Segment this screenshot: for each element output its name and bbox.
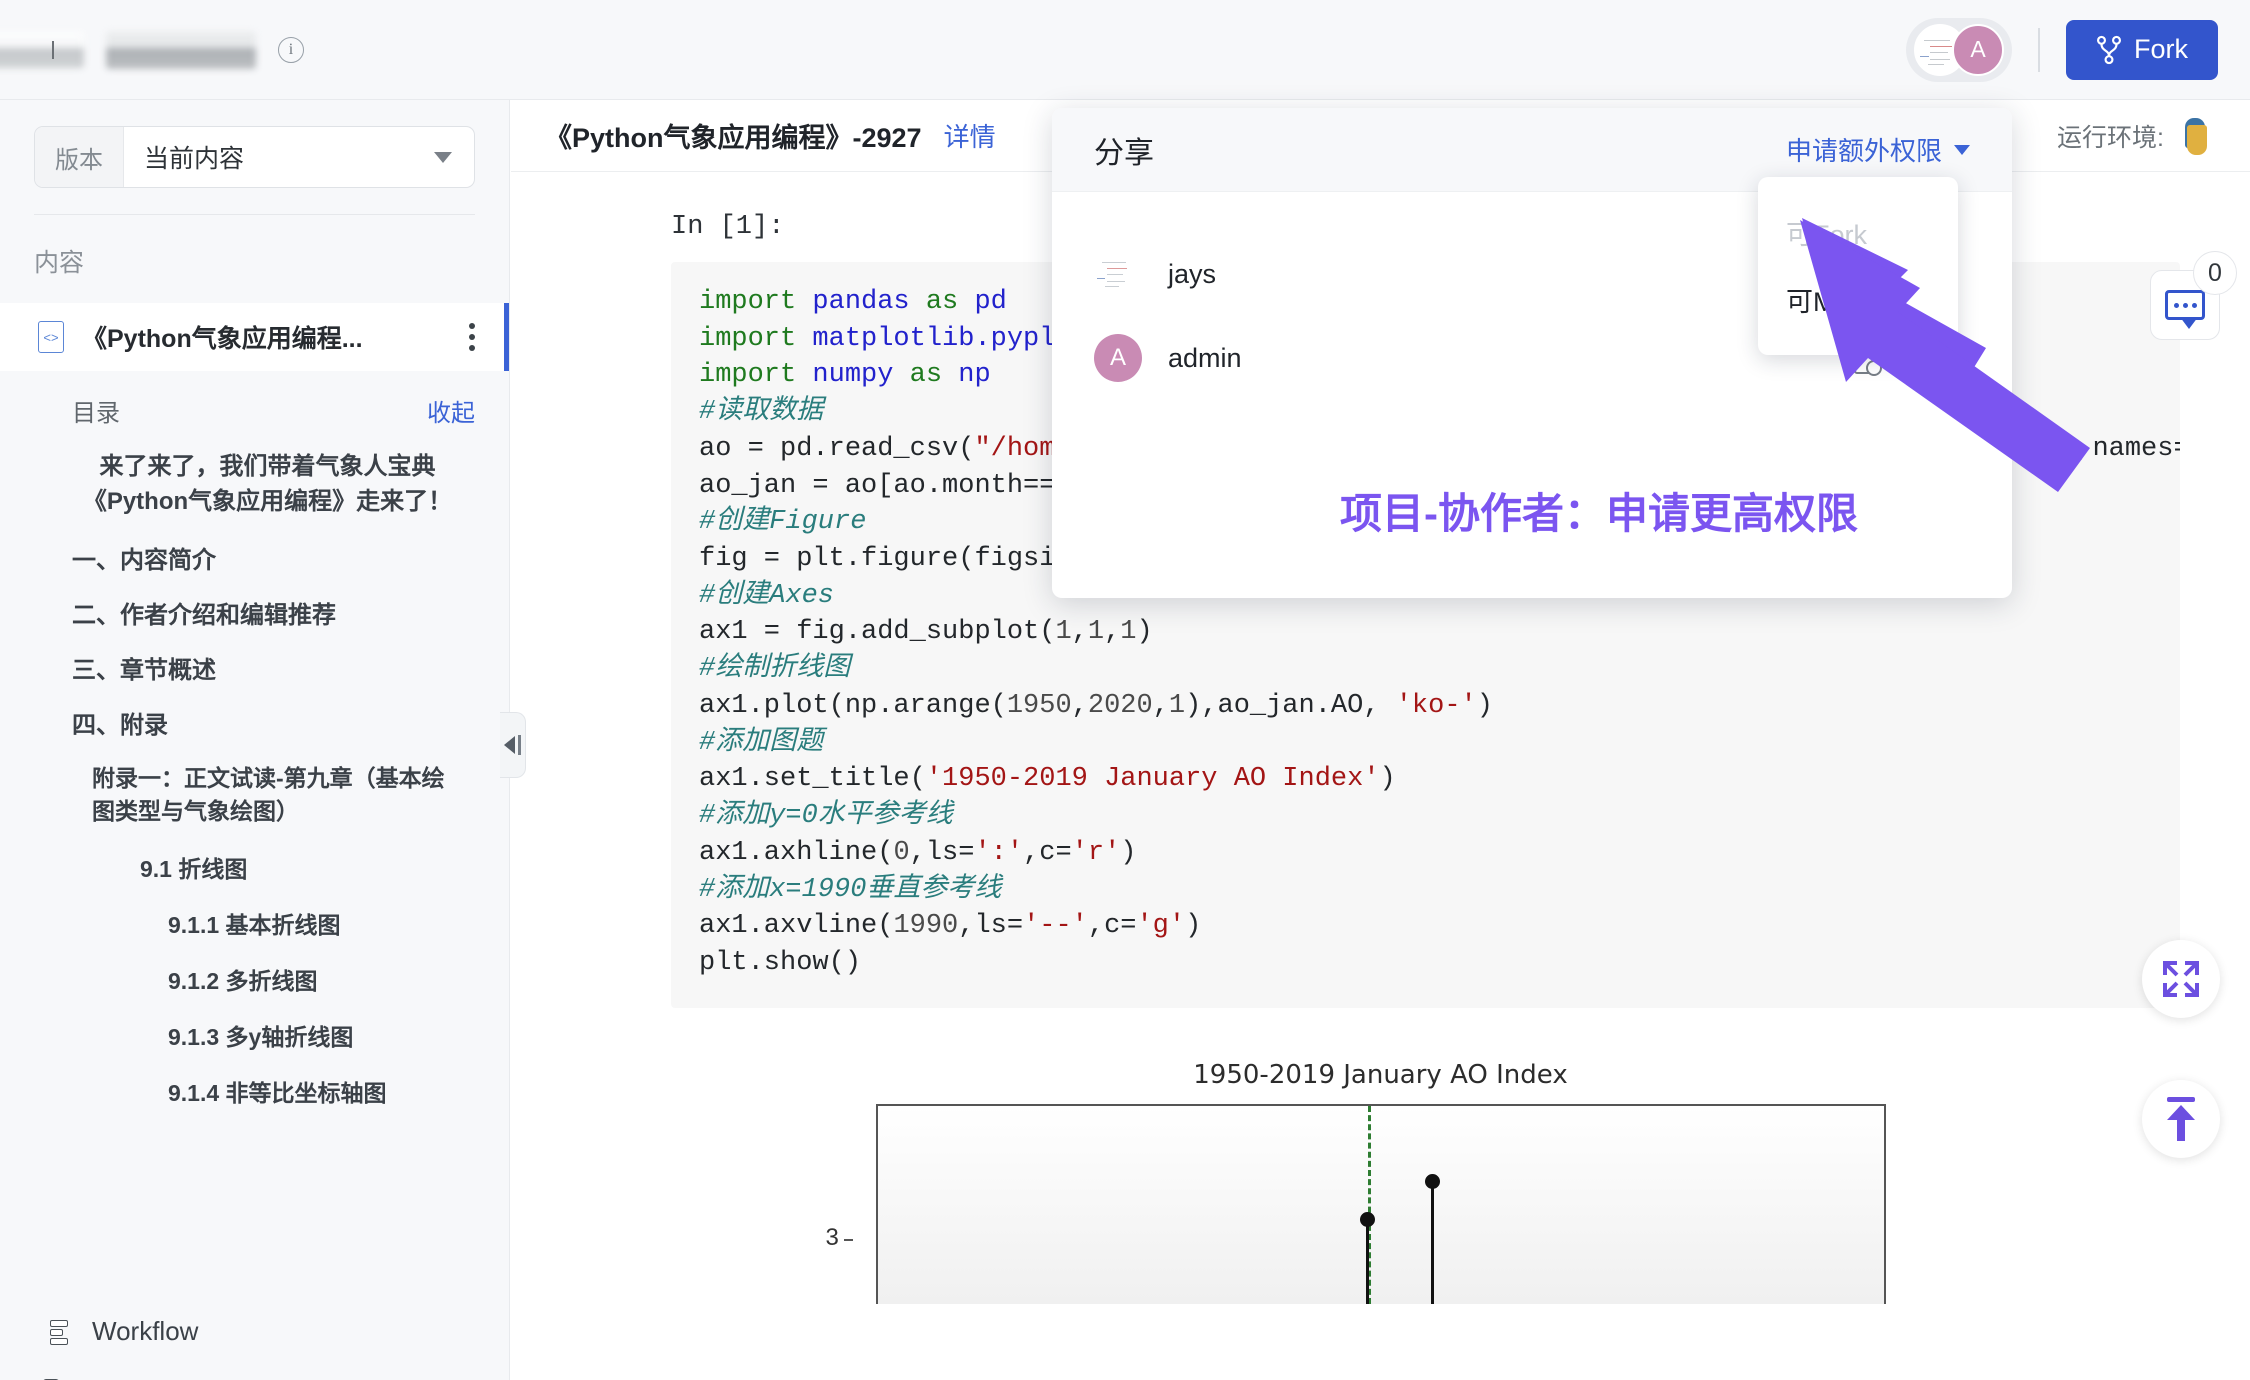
top-bar-divider xyxy=(2038,28,2040,72)
code-line: #添加y=0水平参考线 xyxy=(699,798,2152,835)
notebook-detail-link[interactable]: 详情 xyxy=(944,117,996,154)
code-line: ax1.axhline(0,ls=':',c='r') xyxy=(699,835,2152,872)
chart-plot-area: 3 xyxy=(876,1104,1886,1304)
code-line: #绘制折线图 xyxy=(699,651,2152,688)
sidebar-collapse-handle[interactable] xyxy=(500,712,526,778)
annotation-text: 项目-协作者：申请更高权限 xyxy=(1340,480,1858,541)
toc-header-row: 目录 收起 xyxy=(0,371,509,428)
toc-item-4[interactable]: 四、附录 xyxy=(0,685,509,740)
version-row: 版本 当前内容 xyxy=(0,100,509,188)
code-line: ax1.set_title('1950-2019 January AO Inde… xyxy=(699,761,2152,798)
chart-data-point xyxy=(1431,1186,1434,1304)
chevron-down-icon[interactable] xyxy=(434,152,452,163)
toc-item-9-1-2[interactable]: 9.1.2 多折线图 xyxy=(0,940,509,996)
fork-button[interactable]: Fork xyxy=(2066,20,2218,80)
code-line: plt.show() xyxy=(699,945,2152,982)
chevron-down-icon xyxy=(1954,145,1970,155)
workflow-label: Workflow xyxy=(92,1316,198,1347)
avatar-group[interactable]: A xyxy=(1906,18,2012,82)
chart-data-point xyxy=(1366,1224,1369,1304)
sidebar-item-workflow[interactable]: Workflow xyxy=(0,1300,509,1363)
active-indicator xyxy=(504,303,509,371)
code-line: #添加x=1990垂直参考线 xyxy=(699,872,2152,909)
version-value: 当前内容 xyxy=(124,139,434,175)
app-root: i A xyxy=(0,0,2250,1380)
toc-item-9-1-3[interactable]: 9.1.3 多y轴折线图 xyxy=(0,996,509,1052)
code-file-icon: <> xyxy=(38,321,64,353)
fork-icon xyxy=(2096,35,2122,65)
top-bar-right: A Fork xyxy=(1906,18,2250,82)
code-line: ax1.axvline(1990,ls='--',c='g') xyxy=(699,908,2152,945)
notebook-title: 《Python气象应用编程》-2927 xyxy=(545,116,922,155)
code-line: #添加图题 xyxy=(699,725,2152,762)
annotation-arrow-icon xyxy=(1790,200,2170,500)
brand-zone: i xyxy=(0,31,304,69)
top-bar: i A xyxy=(0,0,2250,100)
toc-item-2[interactable]: 二、作者介绍和编辑推荐 xyxy=(0,575,509,630)
chart-title: 1950-2019 January AO Index xyxy=(876,1060,1886,1090)
chevron-left-icon xyxy=(504,736,515,754)
toc-item-appendix-1[interactable]: 附录一：正文试读-第九章（基本绘图类型与气象绘图） xyxy=(0,740,509,829)
chart-ytick-3: 3 xyxy=(826,1224,839,1252)
toc-intro-text[interactable]: 来了来了，我们带着气象人宝典《Python气象应用编程》走来了！ xyxy=(0,428,509,520)
member-name: jays xyxy=(1168,259,1216,290)
toc-item-9-1-1[interactable]: 9.1.1 基本折线图 xyxy=(0,884,509,940)
code-line: ax1.plot(np.arange(1950,2020,1),ao_jan.A… xyxy=(699,688,2152,725)
toc-item-3[interactable]: 三、章节概述 xyxy=(0,630,509,685)
sidebar: 版本 当前内容 内容 <> 《Python气象应用编程... 目录 收起 来了来… xyxy=(0,100,510,1380)
redacted-project-name xyxy=(106,31,256,69)
sidebar-bottom-nav: Workflow 文件 xyxy=(0,1300,509,1380)
version-label: 版本 xyxy=(35,127,124,187)
comment-count-badge: 0 xyxy=(2193,251,2237,295)
jays-avatar-small xyxy=(1094,250,1142,298)
redacted-workspace-name xyxy=(0,32,84,68)
expand-button[interactable] xyxy=(2142,940,2220,1018)
code-line: ax1 = fig.add_subplot(1,1,1) xyxy=(699,614,2152,651)
member-name: admin xyxy=(1168,343,1242,374)
sidebar-item-files[interactable]: 文件 xyxy=(0,1363,509,1380)
toc-item-9-1-4[interactable]: 9.1.4 非等比坐标轴图 xyxy=(0,1052,509,1108)
toc-item-9-1[interactable]: 9.1 折线图 xyxy=(0,828,509,884)
request-permission-label: 申请额外权限 xyxy=(1786,131,1942,168)
handle-bar xyxy=(518,735,521,755)
admin-avatar-small: A xyxy=(1094,334,1142,382)
runtime-env-label: 运行环境: xyxy=(2057,118,2164,154)
document-more-menu[interactable] xyxy=(469,323,475,351)
runtime-env[interactable]: 运行环境: xyxy=(2057,116,2216,156)
sidebar-item-document[interactable]: <> 《Python气象应用编程... xyxy=(0,303,509,371)
toc-item-1[interactable]: 一、内容简介 xyxy=(0,520,509,575)
content-section-label: 内容 xyxy=(0,215,509,303)
fork-button-label: Fork xyxy=(2134,34,2188,65)
comment-bubble-icon xyxy=(2165,290,2205,320)
info-icon[interactable]: i xyxy=(278,37,304,63)
brand-caret xyxy=(52,41,54,59)
toc-collapse-link[interactable]: 收起 xyxy=(427,393,475,428)
toc-header-label: 目录 xyxy=(72,393,120,428)
version-select[interactable]: 版本 当前内容 xyxy=(34,126,475,188)
scroll-to-top-button[interactable] xyxy=(2142,1080,2220,1158)
document-title: 《Python气象应用编程... xyxy=(82,319,451,355)
share-popup-title: 分享 xyxy=(1094,128,1154,172)
workflow-icon xyxy=(44,1318,72,1346)
admin-avatar[interactable]: A xyxy=(1952,24,2004,76)
chart-output: 1950-2019 January AO Index 3 xyxy=(876,1060,1886,1304)
scroll-to-top-icon xyxy=(2161,1097,2201,1141)
expand-arrows-icon xyxy=(2161,959,2201,999)
request-permission-link[interactable]: 申请额外权限 xyxy=(1786,131,1970,168)
python-logo-icon xyxy=(2176,116,2216,156)
